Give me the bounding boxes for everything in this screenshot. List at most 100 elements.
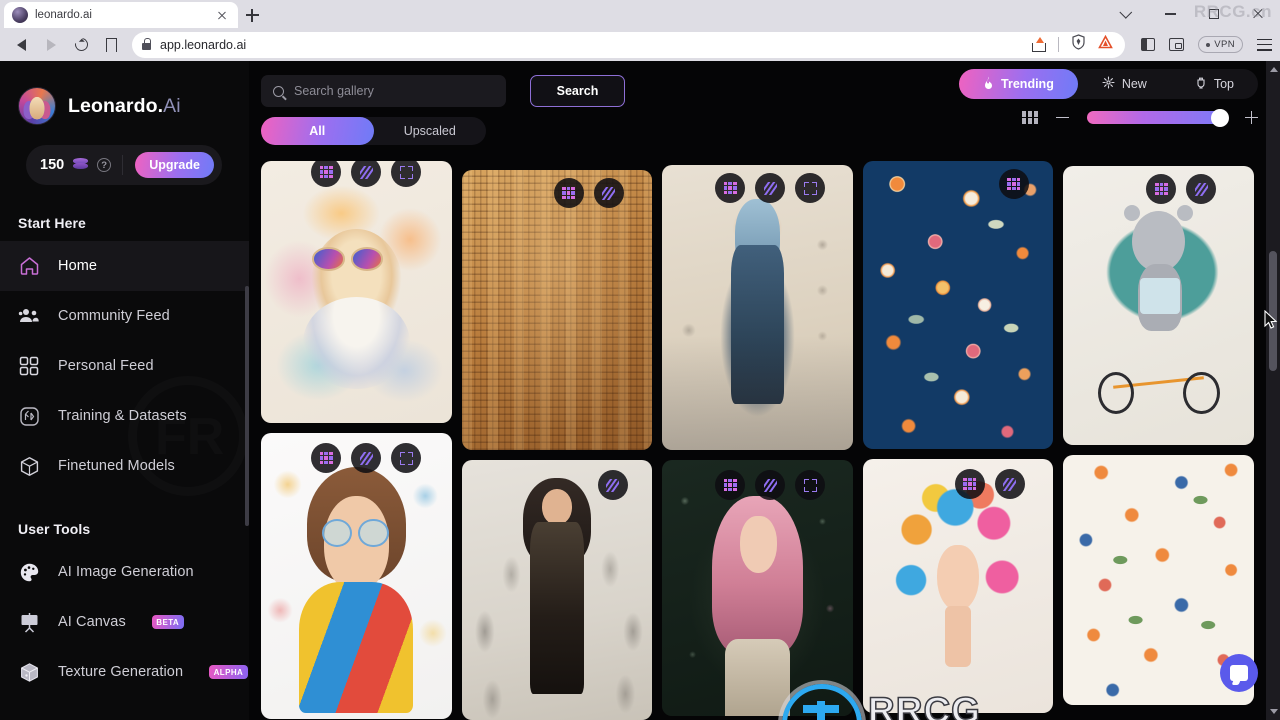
card-actions [1146,174,1217,204]
minimize-icon[interactable] [1148,0,1192,28]
upgrade-button[interactable]: Upgrade [135,152,214,178]
sidebar-item-texture-generation[interactable]: Texture Generation ALPHA [0,647,249,697]
sidebar-item-personal-feed[interactable]: Personal Feed [0,341,249,391]
gallery-card-floral-blue[interactable] [862,161,1054,449]
vpn-badge[interactable]: VPN [1198,36,1243,53]
maximize-icon[interactable] [1192,0,1236,28]
brave-triangle-icon[interactable] [1098,34,1114,54]
search-input[interactable] [294,84,494,98]
sidebar-item-label: Personal Feed [58,358,154,374]
card-actions [954,469,1025,499]
hamburger-menu-icon[interactable] [1257,38,1272,51]
expand-icon[interactable] [391,161,421,187]
reload-icon[interactable] [68,32,94,58]
tab-label: Top [1213,77,1234,91]
back-arrow-icon[interactable] [8,32,34,58]
variation-icon[interactable] [755,173,786,203]
upscale-icon[interactable] [311,443,341,473]
upscale-icon[interactable] [715,173,746,203]
minus-icon[interactable] [1056,116,1069,119]
upscale-icon[interactable] [553,178,584,208]
variation-icon[interactable] [755,470,786,500]
gallery-card-candy-hair[interactable] [862,459,1054,713]
filter-tab-upscaled[interactable]: Upscaled [374,117,487,145]
tab-trending[interactable]: Trending [959,69,1078,99]
window-controls [1104,0,1280,28]
wallet-icon[interactable] [1169,38,1185,51]
tab-top[interactable]: Top [1171,69,1258,99]
tab-new[interactable]: New [1078,69,1171,99]
forward-arrow-icon[interactable] [38,32,64,58]
bookmark-icon[interactable] [98,32,124,58]
sidebar-item-ai-image-generation[interactable]: AI Image Generation [0,547,249,597]
leonardo-logo-icon [18,87,56,125]
sidebar-item-finetuned-models[interactable]: Finetuned Models [0,441,249,491]
scroll-up-arrow-icon[interactable] [1269,67,1278,72]
expand-icon[interactable] [795,173,826,203]
expand-icon[interactable] [391,443,421,473]
upscale-icon[interactable] [715,470,746,500]
filter-tab-all[interactable]: All [261,117,374,145]
sidebar-item-training-datasets[interactable]: Training & Datasets [0,391,249,441]
sidebar-item-label: Home [58,258,98,274]
side-panel-icon[interactable] [1141,38,1156,51]
sidebar-item-home[interactable]: Home [0,241,249,291]
zoom-slider[interactable] [1087,108,1229,127]
card-image [662,165,853,450]
question-mark-icon[interactable]: ? [97,158,112,172]
upscale-icon[interactable] [1146,174,1177,204]
browser-tab[interactable]: leonardo.ai [4,2,238,28]
expand-icon[interactable] [795,470,826,500]
sparkle-icon [1102,76,1115,92]
variation-icon[interactable] [351,443,381,473]
easel-icon [18,611,40,633]
variation-icon[interactable] [593,178,624,208]
gallery-card-girl-glasses[interactable] [261,433,452,719]
intercom-chat-icon[interactable] [1220,654,1258,692]
sidebar-item-ai-canvas[interactable]: AI Canvas BETA [0,597,249,647]
gallery-card-pink-fairy[interactable] [662,460,853,716]
credits-panel: 150 ? Upgrade [26,145,222,185]
browser-window: leonardo.ai RRCG.cn app.leonardo.ai VPN … [0,0,1280,720]
credits-amount: 150 [40,157,65,173]
brave-shield-icon[interactable] [1071,34,1086,55]
filter-segmented-control: All Upscaled [261,117,486,145]
upscale-icon[interactable] [998,169,1029,199]
mouse-cursor [1264,310,1278,329]
share-icon[interactable] [1032,36,1047,52]
close-icon[interactable] [214,7,230,23]
variation-icon[interactable] [994,469,1025,499]
gallery-card-lion[interactable] [261,161,452,423]
zoom-controls [1022,108,1258,127]
gallery-card-hieroglyphs[interactable] [461,170,653,450]
gallery-column [461,161,653,720]
leonardo-favicon [12,7,28,23]
slider-knob[interactable] [1211,108,1229,127]
card-actions [311,443,421,473]
plus-icon[interactable] [1245,111,1258,124]
window-close-icon[interactable] [1236,0,1280,28]
sidebar-item-label: Community Feed [58,308,170,324]
variation-icon[interactable] [1186,174,1217,204]
plus-icon[interactable] [238,2,266,28]
brand[interactable]: Leonardo.Ai [0,61,249,125]
page-scrollbar[interactable] [1266,61,1280,720]
gallery-column [862,161,1054,720]
tab-label: Trending [1001,77,1054,91]
gallery-card-character-sheet[interactable] [461,460,653,720]
variation-icon[interactable] [351,161,381,187]
scroll-down-arrow-icon[interactable] [1269,709,1278,714]
lock-icon [142,38,152,50]
search-box[interactable] [261,75,506,107]
gallery-card-koala-bike[interactable] [1063,166,1254,445]
sidebar-item-label: Finetuned Models [58,458,175,474]
grid-density-icon[interactable] [1022,111,1038,124]
variation-icon[interactable] [597,470,628,500]
sidebar-item-community-feed[interactable]: Community Feed [0,291,249,341]
gallery-card-blue-warrior[interactable] [662,165,853,450]
chevron-down-icon[interactable] [1104,0,1148,28]
upscale-icon[interactable] [311,161,341,187]
search-button[interactable]: Search [530,75,625,107]
upscale-icon[interactable] [954,469,985,499]
address-bar[interactable]: app.leonardo.ai [132,31,1126,58]
